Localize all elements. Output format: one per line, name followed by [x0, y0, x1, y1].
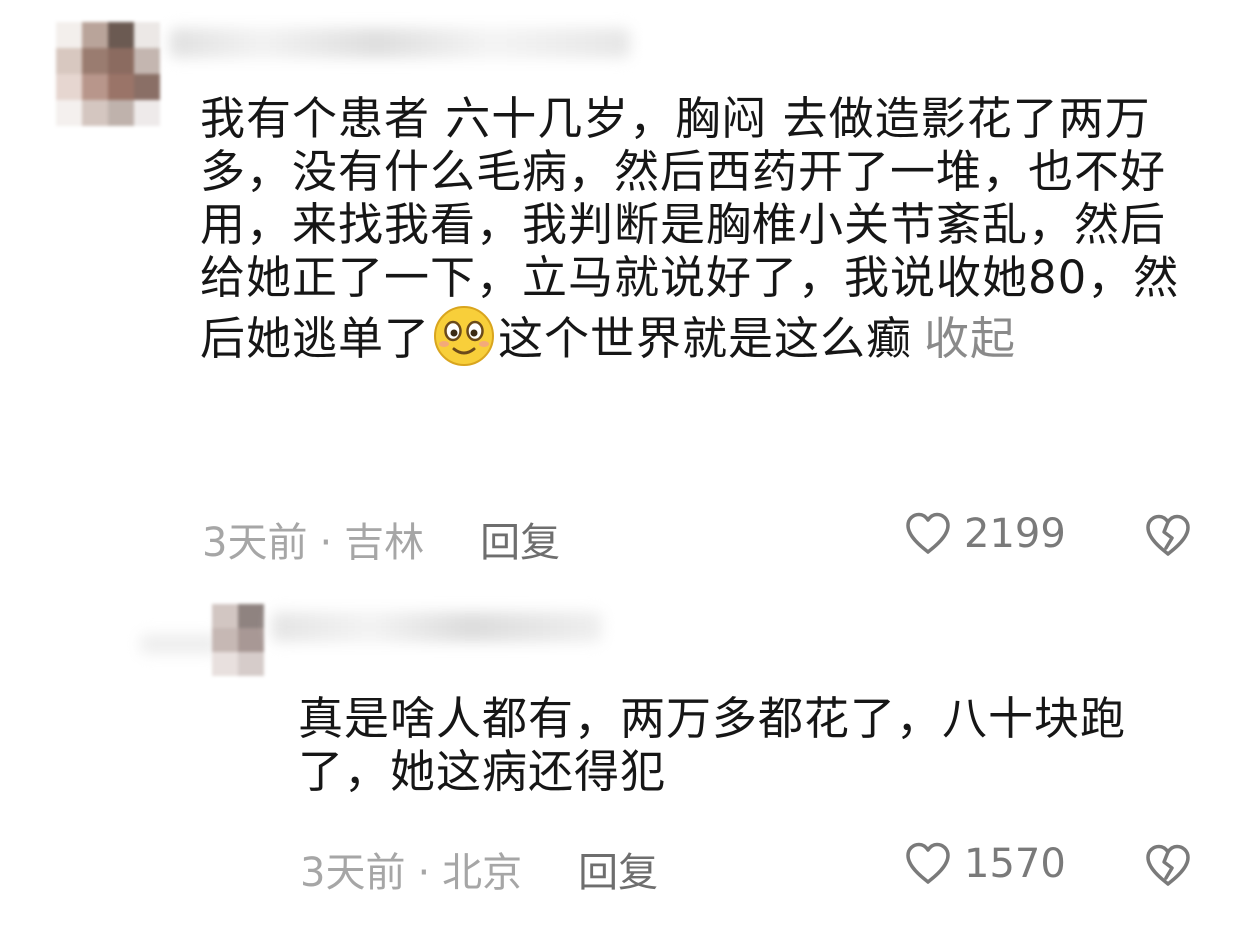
username-blurred-2[interactable] [272, 612, 602, 642]
comment-text-2: 真是啥人都有，两万多都花了，八十块跑了，她这病还得犯 [298, 692, 1127, 798]
comment-text-1: 我有个患者 六十几岁，胸闷 去做造影花了两万多，没有什么毛病，然后西药开了一堆，… [200, 92, 1210, 368]
avatar-commenter-2[interactable] [212, 604, 264, 676]
reply-button-1[interactable]: 回复 [480, 510, 560, 568]
smiley-blush-emoji-icon [434, 306, 495, 366]
broken-heart-icon[interactable] [1142, 510, 1194, 562]
comment-location-2: 北京 [442, 850, 523, 896]
comment-meta-row-2: 3天前 · 北京 回复 1570 [0, 834, 1260, 896]
comment-meta-row-1: 3天前 · 吉林 回复 2199 [0, 504, 1260, 566]
heart-outline-icon [906, 512, 950, 554]
broken-heart-icon[interactable] [1142, 840, 1194, 892]
comment-text-1-part2: 这个世界就是这么癫 [498, 312, 913, 365]
comment-time-2: 3天前 [300, 850, 406, 896]
like-count-1: 2199 [964, 511, 1066, 557]
collapse-link[interactable]: 收起 [924, 312, 1016, 365]
reply-button-2[interactable]: 回复 [578, 840, 658, 898]
separator-dot: · [417, 850, 431, 896]
username-blurred-decoration [140, 634, 220, 654]
like-button-1[interactable]: 2199 [902, 508, 1066, 560]
like-count-2: 1570 [964, 841, 1066, 887]
avatar-commenter-1[interactable] [56, 22, 160, 126]
like-button-2[interactable]: 1570 [902, 838, 1066, 890]
comment-time-1: 3天前 [202, 520, 308, 566]
username-blurred-1[interactable] [170, 28, 630, 58]
comment-location-1: 吉林 [344, 520, 425, 566]
separator-dot: · [319, 520, 333, 566]
heart-outline-icon [906, 842, 950, 884]
